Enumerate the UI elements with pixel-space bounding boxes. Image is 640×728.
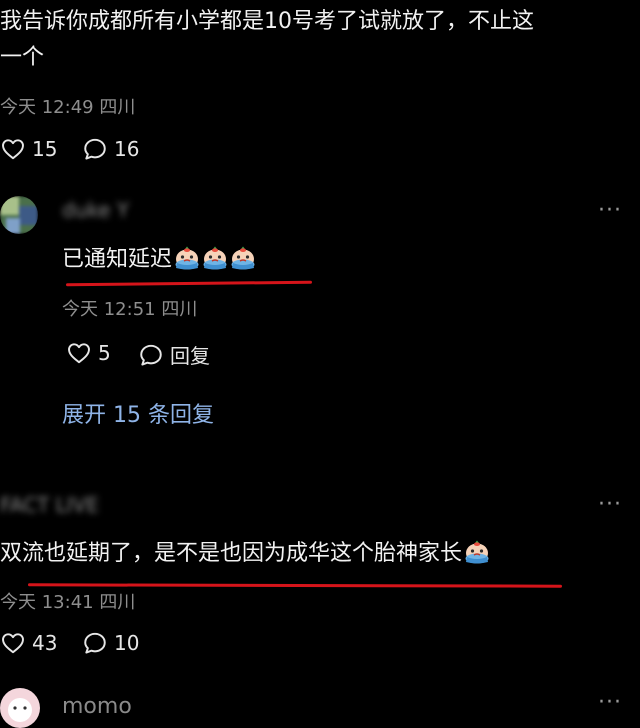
- username[interactable]: duke Y: [62, 198, 129, 222]
- avatar[interactable]: [0, 196, 38, 234]
- reply-button[interactable]: 16: [82, 136, 139, 162]
- more-dots-icon[interactable]: ···: [598, 492, 622, 517]
- reply-text-content: 已通知延迟: [62, 247, 173, 272]
- reply-meta: 今天 12:51 四川: [62, 299, 198, 320]
- comment-meta: 今天 13:41 四川: [0, 592, 136, 613]
- like-button[interactable]: 43: [0, 630, 57, 656]
- heart-icon: [0, 136, 26, 162]
- crying-emoji-icon: [202, 246, 228, 270]
- crying-emoji-icon: [230, 246, 256, 270]
- like-count: 15: [32, 137, 58, 161]
- like-count: 5: [98, 341, 111, 365]
- reply-text: 已通知延迟: [62, 242, 256, 278]
- reply-count: 10: [114, 631, 140, 655]
- more-dots-icon[interactable]: ···: [598, 198, 622, 223]
- comment-text-content: 双流也延期了，是不是也因为成华这个胎神家长: [0, 541, 463, 566]
- username[interactable]: FACT LIVE: [0, 493, 99, 517]
- more-dots-icon[interactable]: ···: [598, 690, 622, 715]
- comment-meta: 今天 12:49 四川: [0, 97, 136, 118]
- like-button[interactable]: 5: [66, 340, 111, 366]
- comment-text-line1: 我告诉你成都所有小学都是10号考了试就放了，不止这: [0, 9, 534, 34]
- like-button[interactable]: 15: [0, 136, 57, 162]
- comment-text: 双流也延期了，是不是也因为成华这个胎神家长: [0, 536, 490, 572]
- reply-count: 16: [114, 137, 140, 161]
- comment-text-line2: 一个: [0, 45, 45, 70]
- crying-emoji-icon: [174, 246, 200, 270]
- reply-button[interactable]: 10: [82, 630, 139, 656]
- red-underline: [65, 280, 313, 287]
- comment-bubble-icon: [82, 136, 108, 162]
- crying-emoji-icon: [464, 540, 490, 564]
- comment-bubble-icon: [82, 630, 108, 656]
- expand-replies-link[interactable]: 展开 15 条回复: [62, 397, 214, 429]
- heart-icon: [66, 340, 92, 366]
- comment-bubble-icon: [138, 342, 164, 368]
- reply-label: 回复: [170, 344, 210, 368]
- username[interactable]: momo: [62, 694, 132, 719]
- avatar[interactable]: [0, 688, 40, 728]
- reply-button[interactable]: 回复: [138, 340, 210, 369]
- heart-icon: [0, 630, 26, 656]
- like-count: 43: [32, 631, 58, 655]
